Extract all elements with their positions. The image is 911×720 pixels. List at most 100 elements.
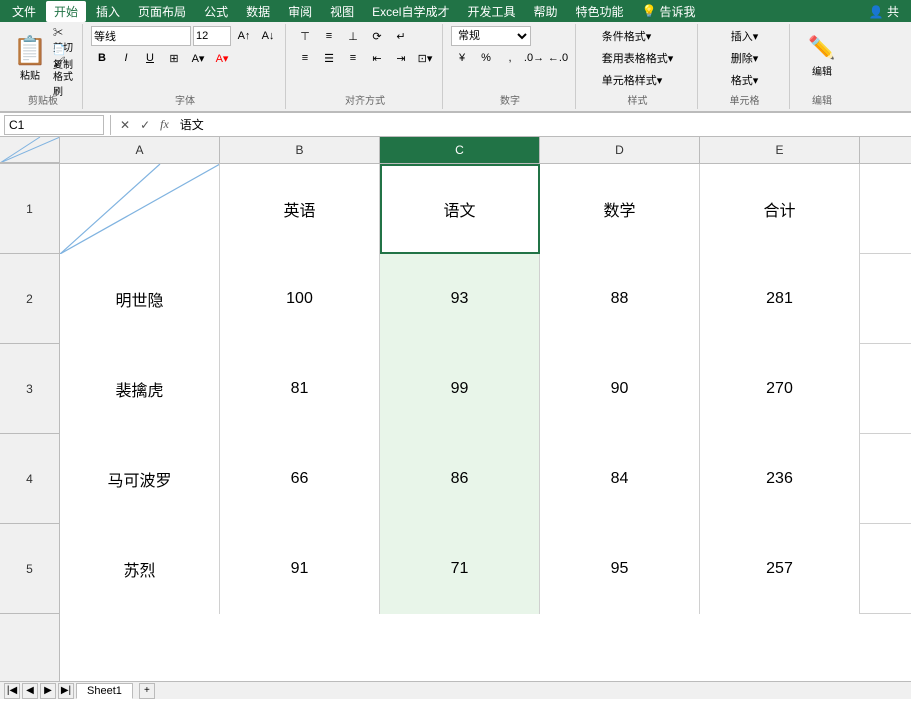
menu-home[interactable]: 开始 <box>46 1 86 22</box>
menu-developer[interactable]: 开发工具 <box>459 1 523 22</box>
cell-c4[interactable]: 86 <box>380 434 540 524</box>
cell-b2[interactable]: 100 <box>220 254 380 344</box>
border-button[interactable]: ⊞ <box>163 48 185 68</box>
cell-e2[interactable]: 281 <box>700 254 860 344</box>
decrease-indent-button[interactable]: ⇤ <box>366 48 388 68</box>
currency-button[interactable]: ¥ <box>451 48 473 68</box>
cell-c3[interactable]: 99 <box>380 344 540 434</box>
sheet-nav-first[interactable]: |◀ <box>4 683 20 699</box>
cell-a3[interactable]: 裴擒虎 <box>60 344 220 434</box>
thousands-button[interactable]: , <box>499 48 521 68</box>
wrap-text-button[interactable]: ↵ <box>390 26 412 46</box>
formula-content[interactable]: 语文 <box>176 116 907 133</box>
styles-row-3: 单元格样式▾ <box>598 70 667 90</box>
cell-b5[interactable]: 91 <box>220 524 380 614</box>
cell-c5[interactable]: 71 <box>380 524 540 614</box>
underline-button[interactable]: U <box>139 48 161 68</box>
insert-function-icon[interactable]: fx <box>157 116 172 133</box>
menu-insert[interactable]: 插入 <box>88 1 128 22</box>
menu-formula[interactable]: 公式 <box>196 1 236 22</box>
paste-button[interactable]: 📋 粘贴 <box>10 30 50 86</box>
menu-data[interactable]: 数据 <box>238 1 278 22</box>
cell-styles-button[interactable]: 单元格样式▾ <box>598 70 667 90</box>
bold-button[interactable]: B <box>91 48 113 68</box>
number-format-select[interactable]: 常规 <box>451 26 531 46</box>
edit-button[interactable]: ✏️ 编辑 <box>803 26 840 86</box>
align-middle-button[interactable]: ≡ <box>318 26 340 46</box>
cell-a1[interactable] <box>60 164 220 254</box>
align-right-button[interactable]: ≡ <box>342 48 364 68</box>
cell-d3[interactable]: 90 <box>540 344 700 434</box>
decrease-decimal-button[interactable]: ←.0 <box>547 48 569 68</box>
cell-e5[interactable]: 257 <box>700 524 860 614</box>
cell-e3[interactable]: 270 <box>700 344 860 434</box>
table-format-button[interactable]: 套用表格格式▾ <box>598 48 678 68</box>
menu-help[interactable]: 帮助 <box>526 1 566 22</box>
col-header-d[interactable]: D <box>540 137 700 163</box>
increase-indent-button[interactable]: ⇥ <box>390 48 412 68</box>
sheet-nav-prev[interactable]: ◀ <box>22 683 38 699</box>
cell-b3[interactable]: 81 <box>220 344 380 434</box>
cell-b4[interactable]: 66 <box>220 434 380 524</box>
format-painter-button[interactable]: 🖌 格式刷 <box>52 68 76 86</box>
menu-file[interactable]: 文件 <box>4 1 44 22</box>
row-header-1[interactable]: 1 <box>0 164 59 254</box>
cell-e1[interactable]: 合计 <box>700 164 860 254</box>
sheet-nav-last[interactable]: ▶| <box>58 683 74 699</box>
menu-search[interactable]: 💡 告诉我 <box>634 1 704 22</box>
format-button[interactable]: 格式▾ <box>727 70 763 90</box>
sheet-nav-next[interactable]: ▶ <box>40 683 56 699</box>
align-left-button[interactable]: ≡ <box>294 48 316 68</box>
confirm-formula-icon[interactable]: ✓ <box>137 117 153 133</box>
name-box[interactable]: C1 <box>4 115 104 135</box>
cell-e4[interactable]: 236 <box>700 434 860 524</box>
insert-button[interactable]: 插入▾ <box>727 26 763 46</box>
cancel-formula-icon[interactable]: ✕ <box>117 117 133 133</box>
font-family-input[interactable] <box>91 26 191 46</box>
cell-d5[interactable]: 95 <box>540 524 700 614</box>
italic-button[interactable]: I <box>115 48 137 68</box>
add-sheet-button[interactable]: + <box>139 683 155 699</box>
col-header-a[interactable]: A <box>60 137 220 163</box>
row-header-3[interactable]: 3 <box>0 344 59 434</box>
decrease-font-button[interactable]: A↓ <box>257 26 279 46</box>
cell-c1[interactable]: 语文 <box>380 164 540 254</box>
cell-c2[interactable]: 93 <box>380 254 540 344</box>
cells-label: 单元格 <box>730 92 760 107</box>
col-header-c[interactable]: C <box>380 137 540 163</box>
cell-d2[interactable]: 88 <box>540 254 700 344</box>
cell-a5[interactable]: 苏烈 <box>60 524 220 614</box>
col-header-e[interactable]: E <box>700 137 860 163</box>
menu-special[interactable]: 特色功能 <box>568 1 632 22</box>
menu-review[interactable]: 审阅 <box>280 1 320 22</box>
cell-d4[interactable]: 84 <box>540 434 700 524</box>
fill-color-button[interactable]: A▾ <box>187 48 209 68</box>
menu-page-layout[interactable]: 页面布局 <box>130 1 194 22</box>
percent-button[interactable]: % <box>475 48 497 68</box>
cell-a4[interactable]: 马可波罗 <box>60 434 220 524</box>
menu-share[interactable]: 👤 共 <box>861 1 907 22</box>
cell-d1[interactable]: 数学 <box>540 164 700 254</box>
delete-button[interactable]: 删除▾ <box>727 48 763 68</box>
text-direction-button[interactable]: ⟳ <box>366 26 388 46</box>
conditional-format-button[interactable]: 条件格式▾ <box>598 26 656 46</box>
merge-cells-button[interactable]: ⊡▾ <box>414 48 436 68</box>
alignment-label: 对齐方式 <box>345 92 385 107</box>
increase-font-button[interactable]: A↑ <box>233 26 255 46</box>
font-size-input[interactable] <box>193 26 231 46</box>
menu-excel-learn[interactable]: Excel自学成才 <box>364 1 457 22</box>
align-bottom-button[interactable]: ⊥ <box>342 26 364 46</box>
sheet-tab-1[interactable]: Sheet1 <box>76 683 133 699</box>
menu-view[interactable]: 视图 <box>322 1 362 22</box>
align-top-button[interactable]: ⊤ <box>294 26 316 46</box>
increase-decimal-button[interactable]: .0→ <box>523 48 545 68</box>
row-header-5[interactable]: 5 <box>0 524 59 614</box>
corner-diagonal-lines <box>0 137 59 162</box>
font-color-button[interactable]: A▾ <box>211 48 233 68</box>
col-header-b[interactable]: B <box>220 137 380 163</box>
row-header-2[interactable]: 2 <box>0 254 59 344</box>
cell-a2[interactable]: 明世隐 <box>60 254 220 344</box>
cell-b1[interactable]: 英语 <box>220 164 380 254</box>
align-center-button[interactable]: ☰ <box>318 48 340 68</box>
row-header-4[interactable]: 4 <box>0 434 59 524</box>
